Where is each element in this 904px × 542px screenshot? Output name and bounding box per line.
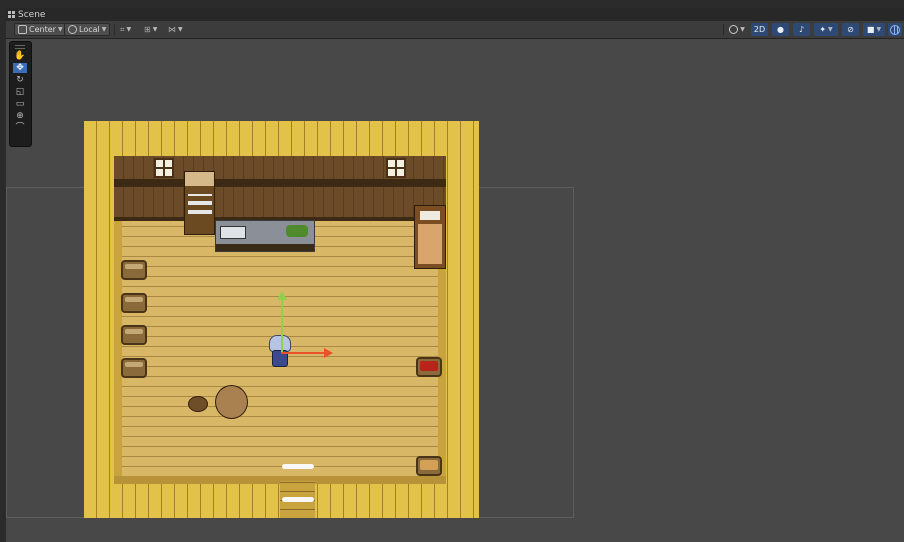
toolbar-separator bbox=[723, 24, 724, 35]
basket bbox=[121, 293, 147, 313]
pivot-mode-dropdown[interactable]: Center ▼ bbox=[14, 23, 67, 36]
effects-dropdown[interactable]: ✦ ▼ bbox=[814, 23, 838, 36]
move-tool[interactable]: ✥ bbox=[13, 63, 27, 73]
rotate-icon: ↻ bbox=[16, 75, 24, 85]
overlay-drag-handle[interactable] bbox=[15, 45, 25, 49]
globe-icon bbox=[890, 24, 900, 35]
local-cube-icon bbox=[68, 25, 77, 34]
sink bbox=[220, 226, 246, 239]
gizmos-toggle[interactable] bbox=[888, 23, 902, 36]
shelf-top bbox=[185, 172, 214, 186]
increment-snap-dropdown[interactable]: ⊞ ▼ bbox=[144, 23, 157, 36]
chevron-down-icon: ▼ bbox=[152, 26, 158, 33]
chevron-down-icon: ▼ bbox=[876, 26, 882, 33]
align-icon: ⋈ bbox=[168, 25, 176, 34]
hidden-objects-toggle[interactable]: ⊘ bbox=[842, 23, 859, 36]
apple-basket bbox=[416, 357, 442, 377]
window-right bbox=[386, 158, 406, 178]
increment-snap-icon: ⊞ bbox=[144, 25, 151, 34]
scale-icon: ◱ bbox=[15, 87, 25, 97]
scene-window: Scene Center ▼ Local ▼ ⌗▼ ⊞▼ ⋈▼ ▼ 2D bbox=[6, 8, 904, 542]
floor-edge-left bbox=[114, 221, 122, 483]
dish-shelf bbox=[184, 171, 215, 235]
chevron-down-icon: ▼ bbox=[178, 26, 183, 33]
transform-icon: ⊕ bbox=[16, 111, 24, 121]
basket bbox=[121, 358, 147, 378]
bed bbox=[414, 205, 446, 269]
2d-mode-label: 2D bbox=[753, 25, 766, 34]
camera-dropdown[interactable]: ■ ▼ bbox=[863, 23, 885, 36]
grid-icon bbox=[8, 11, 15, 18]
chevron-down-icon: ▼ bbox=[828, 26, 833, 33]
pivot-mode-label: Center bbox=[29, 25, 56, 34]
chevron-down-icon: ▼ bbox=[740, 26, 745, 33]
camera-icon: ■ bbox=[866, 25, 875, 34]
grid-snap-icon: ⌗ bbox=[120, 24, 125, 34]
rotate-tool[interactable]: ↻ bbox=[13, 75, 27, 85]
round-table bbox=[215, 385, 248, 419]
door-marker-bottom bbox=[282, 497, 314, 502]
basket bbox=[121, 260, 147, 280]
lighting-toggle[interactable]: ● bbox=[772, 23, 789, 36]
grid-snap-dropdown[interactable]: ⌗ ▼ bbox=[120, 23, 131, 36]
chevron-down-icon: ▼ bbox=[101, 26, 107, 33]
custom-tool-icon: ⌒ bbox=[15, 123, 25, 133]
scene-tab[interactable]: Scene bbox=[8, 8, 45, 21]
scale-tool[interactable]: ◱ bbox=[13, 87, 27, 97]
effects-icon: ✦ bbox=[819, 25, 827, 34]
move-gizmo-x-axis[interactable] bbox=[281, 352, 326, 354]
bread-basket bbox=[416, 456, 442, 476]
window-left bbox=[154, 158, 174, 178]
handle-rotation-label: Local bbox=[79, 25, 100, 34]
gizmo-y-arrowhead[interactable] bbox=[277, 291, 287, 300]
2d-mode-toggle[interactable]: 2D bbox=[751, 23, 768, 36]
handle-rotation-dropdown[interactable]: Local ▼ bbox=[64, 23, 111, 36]
custom-tool[interactable]: ⌒ bbox=[13, 123, 27, 133]
door-marker-top bbox=[282, 464, 314, 469]
chevron-down-icon: ▼ bbox=[126, 26, 132, 33]
gizmo-x-arrowhead[interactable] bbox=[324, 348, 333, 358]
hand-tool[interactable]: ✋ bbox=[13, 51, 27, 61]
counter-base bbox=[216, 244, 314, 251]
stool bbox=[188, 396, 208, 412]
bed-pillow bbox=[420, 211, 440, 220]
audio-toggle[interactable]: ♪ bbox=[793, 23, 810, 36]
scene-toolbar: Center ▼ Local ▼ ⌗ ▼ ⊞ ▼ ⋈ ▼ ▼ 2D ● ♪ ✦ … bbox=[6, 21, 904, 39]
chevron-down-icon: ▼ bbox=[57, 26, 63, 33]
lightbulb-icon: ● bbox=[777, 25, 784, 34]
rect-icon: ▭ bbox=[15, 99, 25, 109]
kitchen-counter bbox=[215, 220, 315, 252]
shelf-plates bbox=[188, 194, 212, 214]
move-arrows-icon: ✥ bbox=[16, 63, 24, 73]
tool-overlay: ✋ ✥ ↻ ◱ ▭ ⊕ ⌒ bbox=[9, 41, 32, 147]
hand-icon: ✋ bbox=[14, 51, 26, 61]
align-dropdown[interactable]: ⋈ ▼ bbox=[168, 23, 183, 36]
rect-tool[interactable]: ▭ bbox=[13, 99, 27, 109]
audio-icon: ♪ bbox=[798, 25, 805, 34]
move-gizmo-y-axis[interactable] bbox=[281, 295, 283, 352]
title-bar: Scene bbox=[6, 8, 904, 21]
tilemap-house[interactable] bbox=[84, 121, 479, 518]
pivot-icon bbox=[18, 25, 27, 34]
draw-mode-dropdown[interactable]: ▼ bbox=[727, 23, 747, 36]
wall-trim bbox=[114, 179, 446, 187]
shaded-circle-icon bbox=[729, 25, 739, 34]
transform-tool[interactable]: ⊕ bbox=[13, 111, 27, 121]
toolbar-separator bbox=[114, 24, 115, 35]
bed-sheet bbox=[418, 224, 442, 264]
scene-tab-label: Scene bbox=[18, 9, 46, 20]
basket bbox=[121, 325, 147, 345]
eye-slash-icon: ⊘ bbox=[847, 25, 854, 34]
vegetables bbox=[286, 225, 308, 237]
